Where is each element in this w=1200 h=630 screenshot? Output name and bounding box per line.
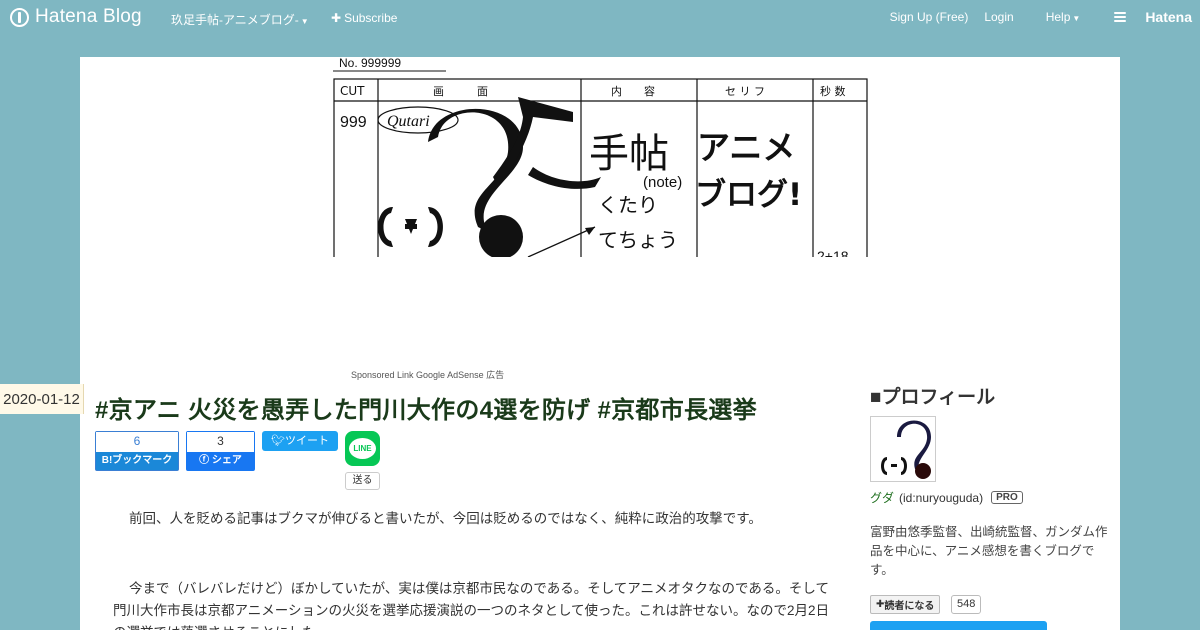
techou-text: てちょう bbox=[598, 228, 678, 252]
tweet-label: ツイート bbox=[284, 435, 329, 447]
caret-down-icon: ▼ bbox=[1072, 14, 1081, 23]
subscribe-label: Subscribe bbox=[344, 11, 398, 25]
hatebu-count: 6 bbox=[96, 432, 178, 452]
blog-header-image[interactable]: No. 999999 CUT 画 面 内 容 セ リ フ 秒 数 999 Qut… bbox=[333, 57, 868, 257]
plus-icon: ✚ bbox=[876, 599, 885, 610]
avatar[interactable] bbox=[870, 416, 936, 482]
hatena-blog-icon bbox=[10, 7, 29, 27]
plus-icon: ✚ bbox=[331, 11, 342, 25]
hatebu-b-icon: B! bbox=[101, 455, 113, 466]
reader-count: 548 bbox=[951, 595, 982, 614]
blog-text: ブログ! bbox=[695, 177, 802, 213]
article-paragraph-2: 今まで（バレバレだけど）ぼかしていたが、実は僕は京都市民なのである。そしてアニメ… bbox=[113, 581, 830, 630]
article-paragraph-1: 前回、人を貶める記事はブクマが伸びると書いたが、今回は貶めるのではなく、純粋に政… bbox=[129, 511, 762, 526]
twitter-bird-icon: 🐦︎ bbox=[271, 435, 285, 447]
col-screen: 画 面 bbox=[433, 85, 488, 98]
techo-text: 手帖 bbox=[589, 131, 669, 177]
hatena-label: Hatena bbox=[1145, 9, 1192, 25]
article-date[interactable]: 2020-01-12 bbox=[0, 384, 84, 414]
hatena-bookmark-button[interactable]: 6 B!ブックマーク bbox=[95, 431, 179, 471]
blog-menu-dropdown[interactable]: 玖足手帖-アニメブログ- ▼ bbox=[171, 11, 309, 28]
line-send-button[interactable]: 送る bbox=[345, 472, 380, 490]
tweet-button[interactable]: 🐦︎ツイート bbox=[262, 431, 338, 451]
ad-label: Sponsored Link Google AdSense 広告 bbox=[351, 370, 505, 380]
cut-number: 999 bbox=[340, 114, 367, 131]
qutari-text: Qutari bbox=[387, 113, 430, 130]
fb-label: シェア bbox=[211, 455, 242, 466]
profile-heading: ■プロフィール bbox=[870, 387, 996, 408]
anime-text: アニメ bbox=[697, 128, 795, 167]
note-text: (note) bbox=[643, 174, 682, 191]
login-link[interactable]: Login bbox=[984, 10, 1013, 24]
fb-count: 3 bbox=[187, 432, 254, 452]
brand-name: Hatena Blog bbox=[35, 6, 142, 27]
col-dialogue: セ リ フ bbox=[725, 85, 765, 98]
help-label: Help bbox=[1045, 10, 1071, 24]
col-cut: CUT bbox=[340, 84, 365, 98]
reader-label: 読者になる bbox=[884, 601, 935, 612]
seconds-text: 2+18 bbox=[817, 248, 849, 257]
header-number: No. 999999 bbox=[339, 57, 401, 70]
hatena-blog-logo[interactable]: Hatena Blog bbox=[10, 6, 142, 28]
facebook-share-button[interactable]: 3 ⓕ シェア bbox=[186, 431, 255, 471]
account-links: Sign Up (Free) Login Help ▼ Hatena bbox=[874, 9, 1192, 25]
hatena-link[interactable]: Hatena bbox=[1098, 9, 1192, 25]
help-menu[interactable]: Help ▼ bbox=[1030, 10, 1081, 24]
fb-label-row: ⓕ シェア bbox=[187, 452, 254, 470]
line-icon: LINE bbox=[349, 438, 376, 459]
hatebu-label-row: B!ブックマーク bbox=[96, 452, 178, 470]
hatena-lines-icon bbox=[1114, 10, 1127, 24]
facebook-icon: ⓕ bbox=[199, 455, 212, 466]
author-info: グダ (id:nuryouguda) PRO bbox=[870, 489, 1023, 506]
line-share-button[interactable]: LINE bbox=[345, 431, 380, 466]
article-title[interactable]: #京アニ 火災を愚弄した門川大作の4選を防げ #京都市長選挙 bbox=[95, 390, 757, 425]
hatebu-label: ブックマーク bbox=[112, 455, 173, 466]
profile-description: 富野由悠季監督、出崎統監督、ガンダム作品を中心に、アニメ感想を書くブログです。 bbox=[870, 525, 1108, 577]
subscribe-button[interactable]: ✚ Subscribe bbox=[331, 11, 397, 25]
col-content: 内 容 bbox=[611, 84, 655, 98]
signup-link[interactable]: Sign Up (Free) bbox=[890, 10, 969, 24]
pro-badge: PRO bbox=[991, 491, 1023, 504]
author-id[interactable]: (id:nuryouguda) bbox=[899, 491, 983, 505]
kutari-text: くたり bbox=[598, 193, 658, 217]
col-seconds: 秒 数 bbox=[820, 84, 846, 98]
avatar-image bbox=[881, 420, 931, 479]
caret-down-icon: ▼ bbox=[300, 17, 309, 26]
global-header: Hatena Blog 玖足手帖-アニメブログ- ▼ ✚ Subscribe Sig… bbox=[0, 0, 1200, 36]
header-artwork: No. 999999 CUT 画 面 内 容 セ リ フ 秒 数 999 Qut… bbox=[333, 57, 868, 257]
author-name[interactable]: グダ bbox=[870, 489, 894, 506]
subscribe-reader-button[interactable]: ✚ 読者になる bbox=[870, 595, 941, 614]
blog-menu-label: 玖足手帖-アニメブログ- bbox=[171, 13, 299, 27]
twitter-follow-button[interactable] bbox=[870, 621, 1047, 630]
